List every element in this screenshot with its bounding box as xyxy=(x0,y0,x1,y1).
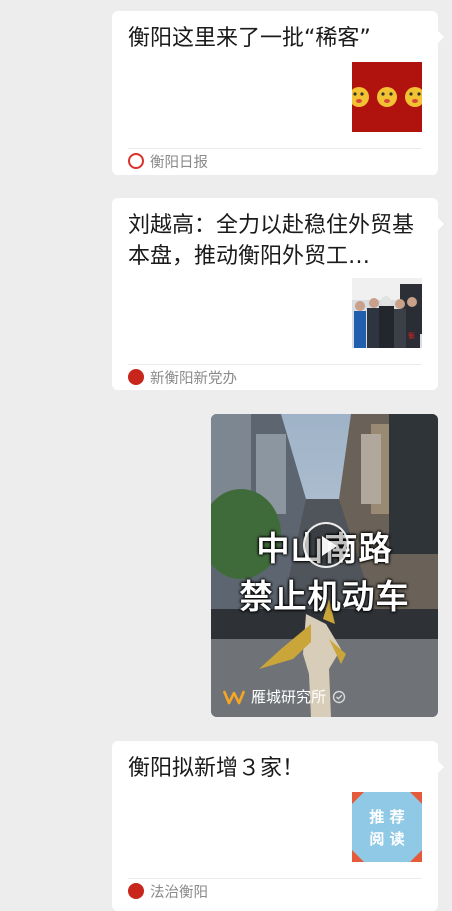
source-logo-icon xyxy=(128,153,144,169)
play-icon[interactable] xyxy=(303,522,349,568)
thumb-text-line-1: 推 荐 xyxy=(369,808,405,826)
recommend-banner-image xyxy=(352,792,422,862)
article-title: 刘越高：全力以赴稳住外贸基本盘，推动衡阳外贸工… xyxy=(128,213,415,269)
article-thumbnail xyxy=(352,62,422,132)
article-source[interactable]: 新衡阳新党办 xyxy=(128,366,237,388)
divider xyxy=(128,878,422,879)
article-title: 衡阳这里来了一批“稀客” xyxy=(128,26,371,51)
source-name: 新衡阳新党办 xyxy=(150,370,237,387)
article-title: 衡阳拟新增３家！ xyxy=(128,756,305,781)
divider xyxy=(128,148,422,149)
channel-logo-icon xyxy=(223,690,245,704)
source-name: 法治衡阳 xyxy=(150,884,208,901)
meeting-photo-image: 衡 xyxy=(352,278,422,348)
emoji-faces-image xyxy=(352,62,422,132)
article-source[interactable]: 法治衡阳 xyxy=(128,880,208,902)
article-thumbnail: 衡 xyxy=(352,278,422,348)
article-thumbnail: 推 荐 阅 读 xyxy=(352,792,422,862)
source-name: 衡阳日报 xyxy=(150,154,208,171)
svg-text:衡: 衡 xyxy=(408,331,415,340)
video-card[interactable]: 中山南路 禁止机动车 雁城研究所 xyxy=(211,414,438,717)
video-channel[interactable]: 雁城研究所 xyxy=(223,686,346,707)
thumb-text-line-2: 阅 读 xyxy=(369,830,405,848)
article-card-2[interactable]: 刘越高：全力以赴稳住外贸基本盘，推动衡阳外贸工… 衡 新衡阳新党办 xyxy=(112,198,444,390)
video-caption-line-2: 禁止机动车 xyxy=(239,577,410,616)
article-card-1[interactable]: 衡阳这里来了一批“稀客” 衡阳日报 xyxy=(112,11,444,175)
channel-name: 雁城研究所 xyxy=(251,688,327,706)
source-logo-icon xyxy=(128,369,144,385)
article-source[interactable]: 衡阳日报 xyxy=(128,150,208,172)
verified-badge-icon xyxy=(332,690,346,703)
article-card-3[interactable]: 衡阳拟新增３家！ 推 荐 阅 读 法治衡阳 xyxy=(112,741,444,911)
divider xyxy=(128,364,422,365)
source-logo-icon xyxy=(128,883,144,899)
